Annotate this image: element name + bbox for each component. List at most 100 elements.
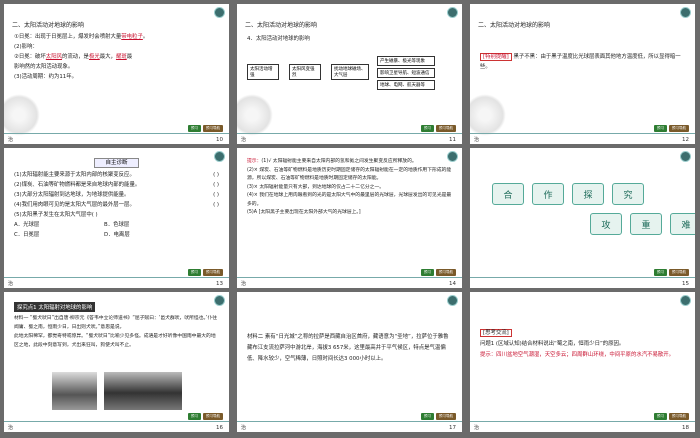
nav-button[interactable]: 预习导航: [669, 269, 689, 276]
answer-para: (2)× 煤炭、石油等矿物燃料是地质历史时期固定储存的太阳辐射能在一定的地质作用…: [247, 167, 452, 182]
slide-subtitle: 4．太阳活动对地球的影响: [247, 36, 310, 42]
nav-button[interactable]: 预习: [421, 125, 434, 132]
line-3: ②日冕：破坏太阳风的流动，是极光最大，耀斑最: [14, 54, 133, 60]
diagram-box: 太阳活动增强: [247, 64, 279, 80]
divider: [470, 133, 695, 134]
nav-button[interactable]: 预习导航: [436, 413, 456, 420]
nav-button[interactable]: 预习导航: [669, 413, 689, 420]
answer-body: 提示：(1)√ 太阳辐射能主要来自太阳内部的氢和氦之间发生聚变反应所释放的。 (…: [247, 158, 452, 218]
divider: [237, 277, 462, 278]
discussion-tag: [思考交流]: [480, 329, 512, 337]
subtitle-chars: 攻 重 难: [590, 213, 695, 235]
footer-label: 治: [241, 425, 247, 431]
nav-button[interactable]: 预习导航: [436, 125, 456, 132]
nav-circle-icon[interactable]: [680, 151, 691, 162]
slide-body: [特别提醒] 黑子不黑：由于黑子温度比光球层表面其他地方温度低，所以显得暗一些。: [480, 52, 685, 72]
diagram-box: 扰动地球磁场、大气层: [331, 64, 369, 80]
slide-number: 16: [216, 425, 223, 431]
footer-label: 治: [474, 137, 480, 143]
slide-thumbnail-18[interactable]: [思考交流] 问题1 (区域认知)结合材料说出“蜀之南，恒雨少日”的原因。 提示…: [470, 292, 695, 432]
slide-thumbnail-16[interactable]: 探究点1 太阳辐射对地球的影响 材料一 “蜀犬吠日”出自唐·柳宗元《答韦中立论师…: [4, 292, 229, 432]
divider: [237, 421, 462, 422]
slide-number: 10: [216, 137, 223, 143]
footer-label: 治: [8, 137, 14, 143]
option-row: A．光球层 B．色球层: [14, 222, 130, 228]
nav-button[interactable]: 预习导航: [669, 125, 689, 132]
title-chars: 合 作 探 究: [492, 183, 644, 205]
nav-circle-icon[interactable]: [680, 7, 691, 18]
nav-button[interactable]: 预习: [188, 413, 201, 420]
slide-number: 12: [682, 137, 689, 143]
nav-circle-icon[interactable]: [214, 7, 225, 18]
section-title: 自主诊断: [4, 158, 229, 168]
photo-image: [104, 372, 182, 410]
slide-thumbnail-12[interactable]: 二、太阳活动对地球的影响 [特别提醒] 黑子不黑：由于黑子温度比光球层表面其他地…: [470, 4, 695, 144]
hint-text: 提示：四川盆地空气潮湿，天空多云；四周群山环绕，中间平原的水汽不易散开。: [480, 352, 675, 358]
subtitle-char: 攻: [590, 213, 622, 235]
nav-button[interactable]: 预习: [421, 413, 434, 420]
quiz-item: (5)太阳黑子发生在太阳大气层中( ): [14, 212, 98, 218]
slide-thumbnail-10[interactable]: 二、太阳活动对地球的影响 ①日冕：出现于日冕层上，爆发时会喷射大量带电粒子。 (…: [4, 4, 229, 144]
slide-number: 18: [682, 425, 689, 431]
nav-circle-icon[interactable]: [680, 295, 691, 306]
nav-button[interactable]: 预习导航: [436, 269, 456, 276]
answer-para: (5)A [太阳黑子主要出现在太阳外部大气的光球层上。]: [247, 210, 361, 215]
quiz-list: (1)太阳辐射能主要来源于太阳内部的核聚变反应。 ( ) (2)煤炭、石油等矿物…: [14, 170, 219, 240]
slide-number: 11: [449, 137, 456, 143]
divider: [470, 277, 695, 278]
slide-number: 15: [682, 281, 689, 287]
nav-button[interactable]: 预习: [654, 269, 667, 276]
title-char: 合: [492, 183, 524, 205]
subtitle-char: 难: [670, 213, 695, 235]
slide-thumbnail-14[interactable]: 提示：(1)√ 太阳辐射能主要来自太阳内部的氢和氦之间发生聚变反应所释放的。 (…: [237, 148, 462, 288]
nav-circle-icon[interactable]: [447, 7, 458, 18]
nav-circle-icon[interactable]: [214, 295, 225, 306]
diagram-box: 地球、电网、航天器等: [377, 80, 435, 90]
answer-para: 提示：(1)√ 太阳辐射能主要来自太阳内部的氢和氦之间发生聚变反应所释放的。: [247, 159, 417, 164]
nav-button[interactable]: 预习: [421, 269, 434, 276]
answer-para: (4)× 我们在地球上用肉眼看到的光的是太阳大气中的最里层的光球层，光球层发出的…: [247, 193, 452, 207]
nav-button[interactable]: 预习: [188, 125, 201, 132]
nav-button[interactable]: 预习导航: [203, 125, 223, 132]
nav-button[interactable]: 预习: [654, 413, 667, 420]
line-5: (3)活动周期：约为11年。: [14, 74, 78, 80]
quiz-item: (1)太阳辐射能主要来源于太阳内部的核聚变反应。 ( ): [14, 172, 219, 178]
material-text: 材料二 素有“日光城”之称的拉萨是西藏自治区首府，藏语意为“圣地”，拉萨位于雅鲁…: [247, 334, 449, 362]
nav-circle-icon[interactable]: [447, 295, 458, 306]
title-char: 探: [572, 183, 604, 205]
answer-para: (3)× 太阳辐射能量只有大部，到达地球的仅占二十二亿分之一。: [247, 184, 385, 190]
slide-thumbnail-11[interactable]: 二、太阳活动对地球的影响 4．太阳活动对地球的影响 太阳活动增强 太阳风变强烈 …: [237, 4, 462, 144]
divider: [237, 133, 462, 134]
nav-button[interactable]: 预习: [188, 269, 201, 276]
slide-body: ①日冕：出现于日冕层上，爆发时会喷射大量带电粒子。 (2)影响： ②日冕：破坏太…: [14, 32, 219, 82]
tip-tag: [特别提醒]: [480, 53, 512, 61]
option-row: C．日冕层 D．电离层: [14, 232, 130, 238]
flower-decoration: [470, 94, 506, 136]
flower-decoration: [237, 94, 273, 136]
divider: [470, 421, 695, 422]
slide-header: 二、太阳活动对地球的影响: [245, 22, 318, 29]
slide-number: 17: [449, 425, 456, 431]
divider: [4, 421, 229, 422]
nav-button[interactable]: 预习导航: [203, 413, 223, 420]
nav-button[interactable]: 预习: [654, 125, 667, 132]
slide-header: 二、太阳活动对地球的影响: [12, 22, 85, 29]
slide-number: 14: [449, 281, 456, 287]
divider: [4, 133, 229, 134]
line-2: (2)影响：: [14, 44, 38, 50]
title-char: 作: [532, 183, 564, 205]
footer-label: 治: [8, 425, 14, 431]
slide-thumbnail-13[interactable]: 自主诊断 (1)太阳辐射能主要来源于太阳内部的核聚变反应。 ( ) (2)煤炭、…: [4, 148, 229, 288]
slide-thumbnail-15[interactable]: 合 作 探 究 攻 重 难 预习 预习导航 15: [470, 148, 695, 288]
line-4: 影响然的太阳活动现象。: [14, 64, 74, 70]
quiz-item: (3)大部分太阳辐射到达地球，为地球提供能量。 ( ): [14, 192, 219, 198]
quiz-item: (4)我们用肉眼可见的是太阳大气层的最外层一层。 ( ): [14, 202, 219, 208]
footer-label: 治: [8, 281, 14, 287]
slide-thumbnail-17[interactable]: 材料二 素有“日光城”之称的拉萨是西藏自治区首府，藏语意为“圣地”，拉萨位于雅鲁…: [237, 292, 462, 432]
title-char: 究: [612, 183, 644, 205]
footer-label: 治: [241, 137, 247, 143]
flower-decoration: [4, 94, 40, 136]
material-text: 此地太阳稀罕，都觉奇特或惊异。“蜀犬吠日”比喻少见多怪。成语是才好听像中国雨中最…: [14, 334, 216, 348]
nav-button[interactable]: 预习导航: [203, 269, 223, 276]
slide-number: 13: [216, 281, 223, 287]
